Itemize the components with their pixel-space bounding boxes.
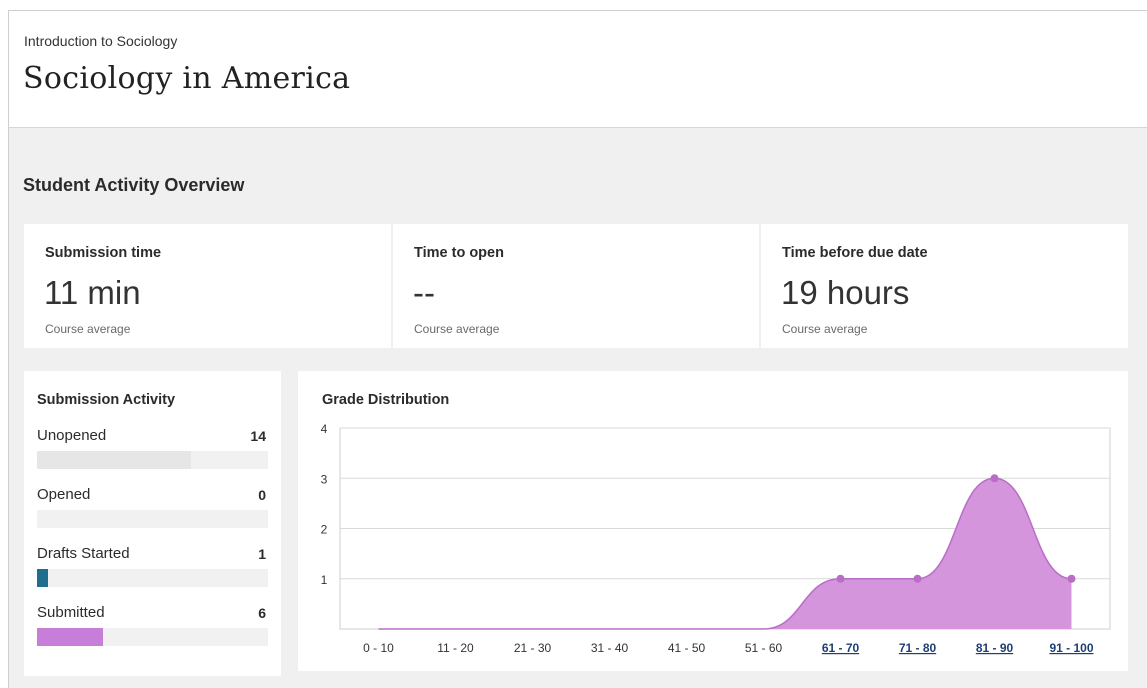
chart-x-tick-label: 0 - 10 — [363, 641, 394, 655]
stat-label: Submission time — [45, 245, 162, 261]
activity-row-drafts: Drafts Started 1 — [37, 545, 268, 595]
stat-value: 11 min — [44, 274, 141, 311]
chart-data-point — [990, 474, 999, 483]
activity-bar — [37, 628, 103, 646]
stat-label: Time before due date — [782, 245, 928, 261]
chart-data-point — [836, 574, 845, 583]
activity-row-opened: Opened 0 — [37, 486, 268, 536]
activity-track — [37, 569, 268, 587]
stat-value: -- — [413, 274, 435, 311]
chart-data-point — [913, 574, 922, 583]
chart-x-tick-label[interactable]: 91 - 100 — [1049, 641, 1093, 655]
panel-title: Submission Activity — [37, 392, 176, 408]
activity-row-submitted: Submitted 6 — [37, 604, 268, 654]
activity-row-unopened: Unopened 14 — [37, 427, 268, 477]
page-header: Introduction to Sociology Sociology in A… — [9, 11, 1147, 128]
activity-label: Unopened — [37, 427, 107, 444]
page-frame: Introduction to Sociology Sociology in A… — [8, 10, 1147, 688]
grade-distribution-panel: 1 2 3 4 0 - 10 11 - 20 21 - 30 31 - 40 41 - 50 51… — [298, 371, 1128, 671]
chart-x-tick-label[interactable]: 81 - 90 — [976, 641, 1014, 655]
section-title: Student Activity Overview — [23, 175, 245, 195]
time-before-due-card: Time before due date 19 hours Course ave… — [761, 224, 1128, 348]
submission-activity-panel: Submission Activity Unopened 14 Opened 0… — [24, 371, 281, 676]
activity-track — [37, 510, 268, 528]
activity-count: 0 — [258, 487, 266, 503]
grade-distribution-chart: 1 2 3 4 0 - 10 11 - 20 21 - 30 31 - 40 41 - 50 51… — [321, 422, 1111, 655]
stat-note: Course average — [414, 322, 500, 336]
chart-y-tick-label: 3 — [321, 472, 328, 486]
stat-note: Course average — [782, 322, 868, 336]
activity-label: Opened — [37, 486, 91, 503]
activity-count: 1 — [258, 546, 266, 562]
stat-value: 19 hours — [781, 274, 910, 311]
activity-bar — [37, 451, 191, 469]
chart-y-tick-label: 1 — [321, 573, 328, 587]
activity-label: Drafts Started — [37, 545, 130, 562]
course-name: Introduction to Sociology — [24, 33, 178, 49]
activity-label: Submitted — [37, 604, 105, 621]
chart-data-point — [1067, 574, 1076, 583]
submission-time-card: Submission time 11 min Course average — [24, 224, 391, 348]
chart-y-tick-label: 4 — [321, 422, 328, 436]
chart-x-tick-label[interactable]: 71 - 80 — [899, 641, 937, 655]
activity-bar — [37, 569, 48, 587]
chart-y-tick-label: 2 — [321, 523, 328, 537]
stat-label: Time to open — [414, 245, 504, 261]
chart-title: Grade Distribution — [322, 392, 450, 408]
activity-count: 14 — [250, 428, 266, 444]
activity-track — [37, 451, 268, 469]
page-title: Sociology in America — [23, 61, 351, 96]
stat-note: Course average — [45, 322, 131, 336]
chart-x-tick-label: 51 - 60 — [745, 641, 783, 655]
activity-count: 6 — [258, 605, 266, 621]
chart-x-tick-label: 31 - 40 — [591, 641, 629, 655]
chart-x-tick-label: 21 - 30 — [514, 641, 552, 655]
chart-x-tick-label[interactable]: 61 - 70 — [822, 641, 860, 655]
chart-x-tick-label: 41 - 50 — [668, 641, 706, 655]
chart-x-tick-label: 11 - 20 — [437, 641, 474, 655]
time-to-open-card: Time to open -- Course average — [393, 224, 759, 348]
activity-track — [37, 628, 268, 646]
